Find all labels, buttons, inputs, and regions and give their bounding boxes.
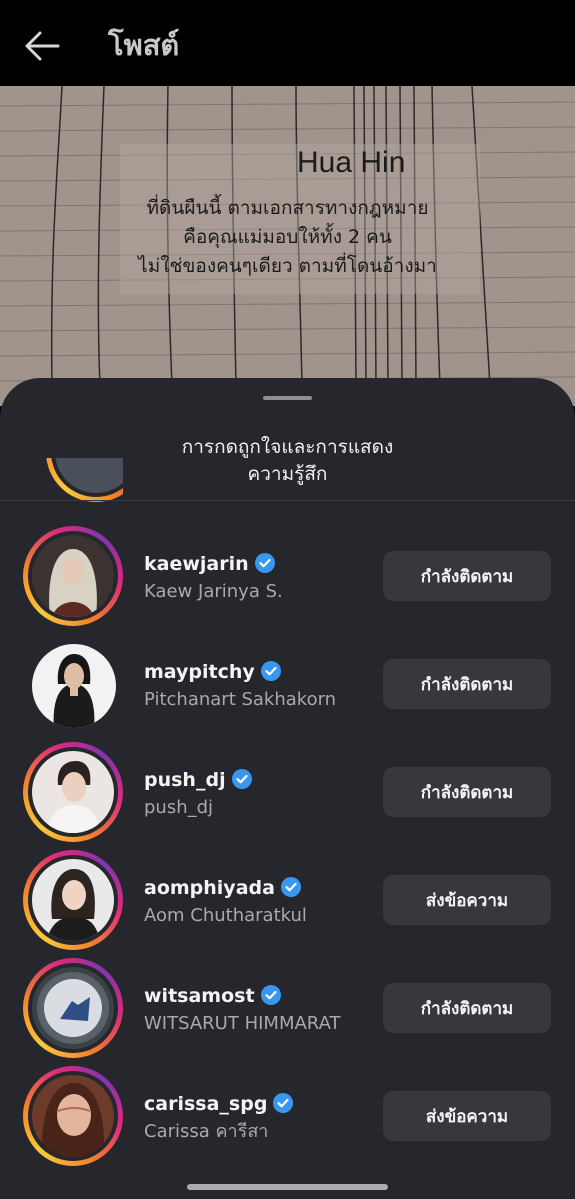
avatar[interactable] xyxy=(32,644,116,728)
partial-avatar xyxy=(23,458,123,502)
username[interactable]: kaewjarin xyxy=(144,552,275,576)
verified-badge-icon xyxy=(231,769,252,789)
list-item[interactable]: carissa_spg Carissa คารีสา ส่งข้อความ xyxy=(0,1066,575,1174)
verified-badge-icon xyxy=(273,1093,294,1113)
username[interactable]: maypitchy xyxy=(144,660,281,684)
list-item[interactable]: maypitchy Pitchanart Sakhakorn กำลังติดต… xyxy=(0,634,575,742)
home-indicator[interactable] xyxy=(187,1184,388,1190)
full-name: Kaew Jarinya S. xyxy=(144,581,283,602)
username[interactable]: aomphiyada xyxy=(144,876,301,900)
story-ring[interactable] xyxy=(23,1066,123,1166)
username-text: kaewjarin xyxy=(144,553,249,575)
story-ring[interactable] xyxy=(23,958,123,1058)
username-text: witsamost xyxy=(144,985,255,1007)
username[interactable]: witsamost xyxy=(144,984,281,1008)
full-name: push_dj xyxy=(144,797,214,818)
username[interactable]: carissa_spg xyxy=(144,1092,294,1116)
list-item[interactable]: witsamost WITSARUT HIMMARAT กำลังติดตาม xyxy=(0,958,575,1066)
username-text: aomphiyada xyxy=(144,877,275,899)
full-name: Aom Chutharatkul xyxy=(144,905,307,926)
following-button[interactable]: กำลังติดตาม xyxy=(383,659,551,709)
story-ring xyxy=(46,458,123,502)
verified-badge-icon xyxy=(254,553,275,573)
avatar xyxy=(32,1075,114,1157)
drag-handle[interactable] xyxy=(263,396,312,400)
story-ring[interactable] xyxy=(23,850,123,950)
username[interactable]: push_dj xyxy=(144,768,252,792)
post-caption-line: คือคุณแม่มอบให้ทั้ง 2 คน xyxy=(183,226,392,248)
full-name: Pitchanart Sakhakorn xyxy=(144,689,337,710)
verified-badge-icon xyxy=(260,661,281,681)
story-ring[interactable] xyxy=(23,742,123,842)
message-button[interactable]: ส่งข้อความ xyxy=(383,875,551,925)
story-ring[interactable] xyxy=(23,526,123,626)
page-title: โพสต์ xyxy=(108,28,180,62)
username-text: push_dj xyxy=(144,769,226,791)
avatar xyxy=(32,967,114,1049)
full-name: Carissa คารีสา xyxy=(144,1121,269,1142)
following-button[interactable]: กำลังติดตาม xyxy=(383,983,551,1033)
sheet-title-line-1: การกดถูกใจและการแสดง xyxy=(181,436,394,458)
username-text: carissa_spg xyxy=(144,1093,268,1115)
avatar xyxy=(32,859,114,941)
post-image: Hua Hin ที่ดินผืนนี้ ตามเอกสารทางกฎหมาย … xyxy=(0,86,575,406)
back-arrow-icon[interactable] xyxy=(22,26,62,66)
list-item[interactable]: push_dj push_dj กำลังติดตาม xyxy=(0,742,575,850)
post-caption: ที่ดินผืนนี้ ตามเอกสารทางกฎหมาย คือคุณแม… xyxy=(0,194,575,281)
header-divider xyxy=(0,500,575,501)
top-bar: โพสต์ xyxy=(0,0,575,86)
verified-badge-icon xyxy=(280,877,301,897)
following-button[interactable]: กำลังติดตาม xyxy=(383,551,551,601)
full-name: WITSARUT HIMMARAT xyxy=(144,1013,341,1034)
avatar xyxy=(32,751,114,833)
list-item[interactable]: aomphiyada Aom Chutharatkul ส่งข้อความ xyxy=(0,850,575,958)
reactions-sheet: การกดถูกใจและการแสดง ความรู้สึก kaewjari… xyxy=(0,378,575,1199)
following-button[interactable]: กำลังติดตาม xyxy=(383,767,551,817)
username-text: maypitchy xyxy=(144,661,255,683)
post-caption-line: ที่ดินผืนนี้ ตามเอกสารทางกฎหมาย xyxy=(146,197,429,219)
message-button[interactable]: ส่งข้อความ xyxy=(383,1091,551,1141)
post-caption-line: ไม่ใช่ของคนๆเดียว ตามที่โดนอ้างมา xyxy=(138,255,437,277)
verified-badge-icon xyxy=(260,985,281,1005)
avatar xyxy=(32,535,114,617)
post-caption-place: Hua Hin xyxy=(297,146,406,179)
list-item[interactable]: kaewjarin Kaew Jarinya S. กำลังติดตาม xyxy=(0,526,575,634)
